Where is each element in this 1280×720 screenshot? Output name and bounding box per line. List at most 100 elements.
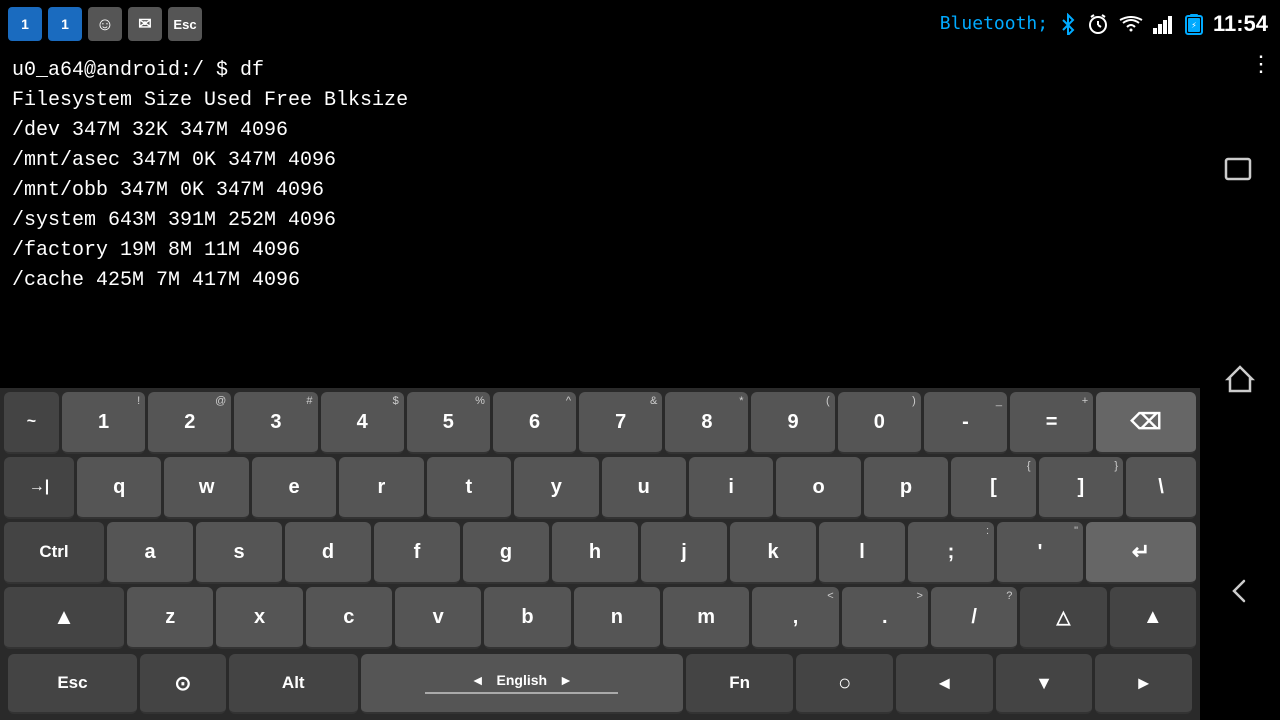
key-f[interactable]: f (374, 522, 460, 584)
terminal-header: Filesystem Size Used Free Blksize (12, 86, 1188, 116)
terminal-row: /system 643M 391M 252M 4096 (12, 206, 1188, 236)
key-tilde[interactable]: ~ (4, 392, 59, 454)
key-c[interactable]: c (306, 587, 392, 649)
lang-arrow-right[interactable]: ► (559, 672, 573, 688)
right-nav (1200, 48, 1280, 720)
lang-selector: ◄ English ► (471, 672, 573, 688)
terminal-row: /factory 19M 8M 11M 4096 (12, 236, 1188, 266)
key-tab[interactable]: →| (4, 457, 74, 519)
key-9[interactable]: (9 (751, 392, 834, 454)
key-z[interactable]: z (127, 587, 213, 649)
key-x[interactable]: x (216, 587, 302, 649)
key-5[interactable]: %5 (407, 392, 490, 454)
key-esc[interactable]: Esc (8, 654, 137, 714)
key-comma[interactable]: <, (752, 587, 838, 649)
key-4[interactable]: $4 (321, 392, 404, 454)
key-backslash[interactable]: \ (1126, 457, 1196, 519)
keyboard-row-qwerty: →| q w e r t y u i o p {[ }] \ (4, 457, 1196, 519)
svg-text:⚡: ⚡ (1191, 21, 1196, 31)
bluetooth-icon: Bluetooth; (940, 13, 1077, 35)
key-period[interactable]: >. (842, 587, 928, 649)
key-2[interactable]: @2 (148, 392, 231, 454)
keyboard-row-zxcv: ▲ z x c v b n m <, >. ?/ △ ▲ (4, 587, 1196, 649)
key-enter[interactable]: ↵ (1086, 522, 1196, 584)
lang-arrow-left[interactable]: ◄ (471, 672, 485, 688)
key-l[interactable]: l (819, 522, 905, 584)
key-u[interactable]: u (602, 457, 686, 519)
key-slash[interactable]: ?/ (931, 587, 1017, 649)
key-equals[interactable]: += (1010, 392, 1093, 454)
keyboard-row-asdf: Ctrl a s d f g h j k l :; "' ↵ (4, 522, 1196, 584)
key-p[interactable]: p (864, 457, 948, 519)
key-g[interactable]: g (463, 522, 549, 584)
key-semicolon[interactable]: :; (908, 522, 994, 584)
key-shift-right[interactable]: ▲ (1110, 587, 1196, 649)
lang-label: English (497, 672, 548, 688)
alarm-icon (1087, 13, 1109, 35)
key-backspace[interactable]: ⌫ (1096, 392, 1196, 454)
notification-icons: 1 1 ☺ ✉ Esc (0, 0, 202, 48)
key-6[interactable]: ^6 (493, 392, 576, 454)
status-bar: 1 1 ☺ ✉ Esc Bluetooth; ⚡ 11:54 (0, 0, 1280, 48)
terminal-row: /dev 347M 32K 347M 4096 (12, 116, 1188, 146)
key-a[interactable]: a (107, 522, 193, 584)
keyboard-row-numbers: ~ !1 @2 #3 $4 %5 ^6 &7 *8 (9 )0 _- += ⌫ (4, 392, 1196, 454)
home-icon[interactable] (1224, 363, 1256, 402)
notif-icon-1: 1 (8, 7, 42, 41)
key-fn[interactable]: Fn (686, 654, 793, 714)
key-0[interactable]: )0 (838, 392, 921, 454)
key-settings[interactable]: ⊙ (140, 654, 226, 714)
key-lbracket[interactable]: {[ (951, 457, 1035, 519)
battery-icon: ⚡ (1185, 13, 1203, 35)
key-r[interactable]: r (339, 457, 423, 519)
key-n[interactable]: n (574, 587, 660, 649)
keyboard: ~ !1 @2 #3 $4 %5 ^6 &7 *8 (9 )0 _- += ⌫ … (0, 388, 1200, 720)
key-j[interactable]: j (641, 522, 727, 584)
key-y[interactable]: y (514, 457, 598, 519)
key-home-circle[interactable]: ○ (796, 654, 893, 714)
key-s[interactable]: s (196, 522, 282, 584)
signal-icon (1153, 14, 1175, 35)
terminal-row: /cache 425M 7M 417M 4096 (12, 266, 1188, 296)
key-alt[interactable]: Alt (229, 654, 358, 714)
key-8[interactable]: *8 (665, 392, 748, 454)
terminal-row: /mnt/obb 347M 0K 347M 4096 (12, 176, 1188, 206)
key-q[interactable]: q (77, 457, 161, 519)
keyboard-bottom-row: Esc ⊙ Alt ◄ English ► Fn ○ ◄ ▼ ► (4, 652, 1196, 716)
terminal-prompt: u0_a64@android:/ $ df (12, 56, 1188, 86)
key-t[interactable]: t (427, 457, 511, 519)
terminal-rows: /dev 347M 32K 347M 4096/mnt/asec 347M 0K… (12, 116, 1188, 296)
back-icon[interactable] (1224, 575, 1256, 614)
key-w[interactable]: w (164, 457, 248, 519)
key-m[interactable]: m (663, 587, 749, 649)
key-ctrl[interactable]: Ctrl (4, 522, 104, 584)
wifi-icon (1119, 14, 1143, 35)
key-o[interactable]: o (776, 457, 860, 519)
key-nav-left[interactable]: ◄ (896, 654, 993, 714)
key-nav-down[interactable]: ▼ (996, 654, 1093, 714)
square-icon[interactable] (1224, 155, 1256, 190)
key-1[interactable]: !1 (62, 392, 145, 454)
key-3[interactable]: #3 (234, 392, 317, 454)
key-minus[interactable]: _- (924, 392, 1007, 454)
key-e[interactable]: e (252, 457, 336, 519)
notif-icon-2: 1 (48, 7, 82, 41)
key-v[interactable]: v (395, 587, 481, 649)
terminal-row: /mnt/asec 347M 0K 347M 4096 (12, 146, 1188, 176)
notif-icon-chat: ☺ (88, 7, 122, 41)
time-display: 11:54 (1213, 11, 1268, 37)
key-shift-left[interactable]: ▲ (4, 587, 124, 649)
key-h[interactable]: h (552, 522, 638, 584)
notif-icon-mail: ✉ (128, 7, 162, 41)
key-d[interactable]: d (285, 522, 371, 584)
key-7[interactable]: &7 (579, 392, 662, 454)
key-rbracket[interactable]: }] (1039, 457, 1123, 519)
key-k[interactable]: k (730, 522, 816, 584)
key-b[interactable]: b (484, 587, 570, 649)
terminal-output: u0_a64@android:/ $ df Filesystem Size Us… (0, 48, 1200, 340)
key-i[interactable]: i (689, 457, 773, 519)
key-quote[interactable]: "' (997, 522, 1083, 584)
key-space[interactable]: ◄ English ► (361, 654, 683, 714)
key-nav-right[interactable]: ► (1095, 654, 1192, 714)
key-up-arrow[interactable]: △ (1020, 587, 1106, 649)
